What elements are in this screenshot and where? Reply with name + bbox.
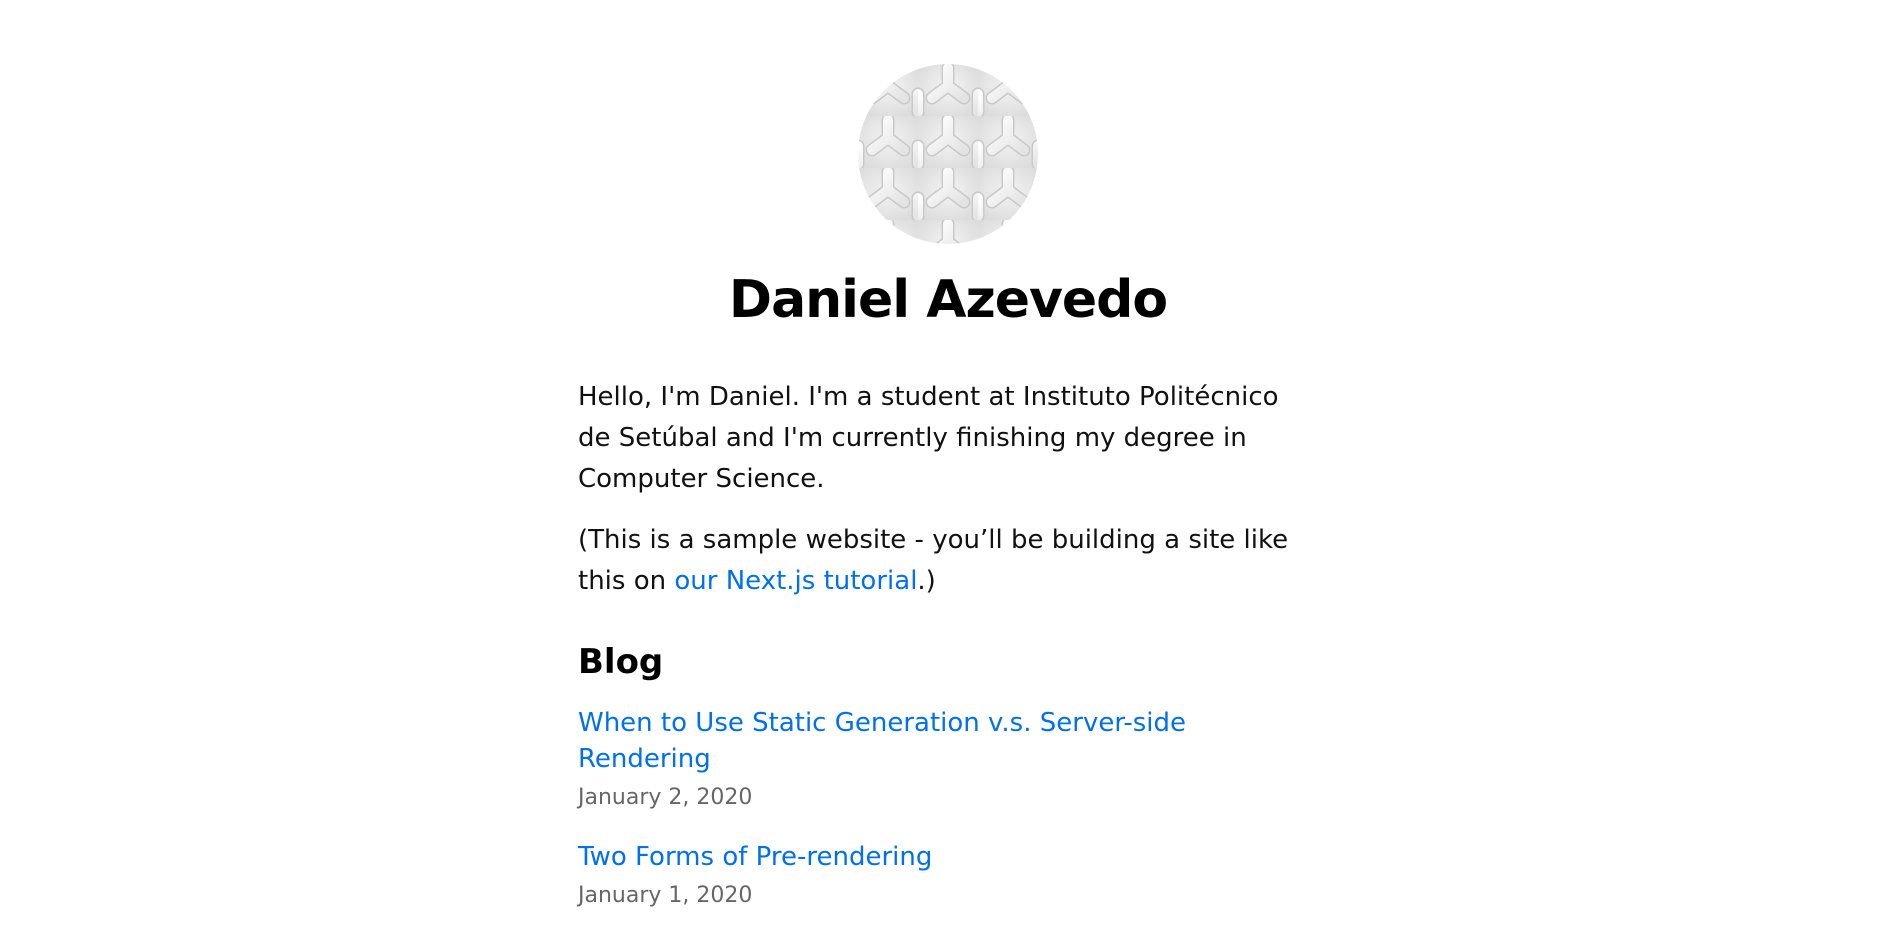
tutorial-link[interactable]: our Next.js tutorial [674, 566, 917, 596]
page-title: Daniel Azevedo [728, 270, 1168, 330]
sample-notice-suffix: .) [917, 566, 936, 597]
post-link[interactable]: When to Use Static Generation v.s. Serve… [578, 705, 1318, 777]
post-link[interactable]: Two Forms of Pre-rendering [578, 839, 932, 875]
list-item: Two Forms of Pre-rendering January 1, 20… [578, 839, 1318, 911]
post-date: January 2, 2020 [578, 784, 753, 810]
intro-section: Hello, I'm Daniel. I'm a student at Inst… [578, 377, 1318, 602]
bio-text: Hello, I'm Daniel. I'm a student at Inst… [578, 382, 1279, 495]
woven-pattern-avatar-icon [858, 64, 1038, 244]
list-item: When to Use Static Generation v.s. Serve… [578, 705, 1318, 813]
profile-header: Daniel Azevedo [578, 64, 1318, 329]
blog-heading: Blog [578, 642, 664, 683]
profile-avatar [858, 64, 1038, 244]
sample-notice: (This is a sample website - you’ll be bu… [578, 520, 1318, 602]
blog-section: Blog When to Use Static Generation v.s. … [578, 642, 1318, 911]
post-date: January 1, 2020 [578, 882, 753, 908]
page-container: Daniel Azevedo Hello, I'm Daniel. I'm a … [578, 0, 1318, 911]
